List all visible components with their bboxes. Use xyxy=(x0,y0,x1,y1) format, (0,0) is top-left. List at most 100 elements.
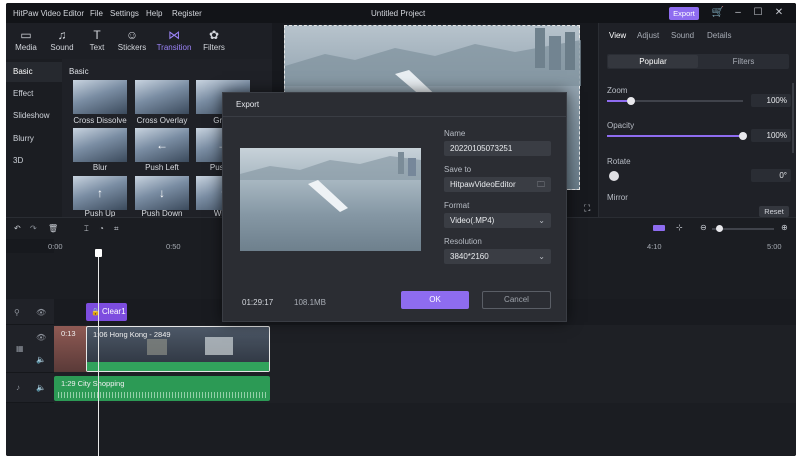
rotate-label: Rotate xyxy=(607,157,631,166)
cart-icon[interactable]: 🛒 xyxy=(711,6,725,20)
speed-icon[interactable]: ◔ xyxy=(99,224,104,233)
tab-details[interactable]: Details xyxy=(707,31,731,40)
transition-thumb-push-down[interactable]: ↓ xyxy=(135,176,189,210)
transition-glyph xyxy=(73,80,127,114)
resolution-select[interactable]: 3840*2160 ⌄ xyxy=(444,249,551,264)
category-basic[interactable]: Basic xyxy=(6,62,62,82)
transition-thumb-push-left[interactable]: ← xyxy=(135,128,189,162)
tick-label: 5:00 xyxy=(767,242,782,251)
transition-thumb-blur[interactable] xyxy=(73,128,127,162)
tab-adjust[interactable]: Adjust xyxy=(637,31,659,40)
tick-label: 0:00 xyxy=(48,242,63,251)
transition-thumb-cross-overlay[interactable] xyxy=(135,80,189,114)
close-icon[interactable]: ✕ xyxy=(772,6,786,20)
tab-sound[interactable]: Sound xyxy=(671,31,694,40)
transition-label: Push Down xyxy=(141,209,183,217)
redo-icon[interactable]: ↷ xyxy=(30,224,37,233)
playhead[interactable] xyxy=(98,249,99,456)
transition-chip[interactable]: 🔒 Clear1 xyxy=(86,303,127,321)
ok-button[interactable]: OK xyxy=(401,291,469,309)
folder-icon[interactable]: 🗀 xyxy=(537,177,545,192)
category-3d[interactable]: 3D xyxy=(6,151,62,171)
split-icon[interactable]: ⌶ xyxy=(84,224,89,234)
tool-transition[interactable]: ⋈ Transition xyxy=(154,27,194,52)
segment-filters[interactable]: Filters xyxy=(699,55,788,68)
chip-label: Clear1 xyxy=(101,307,126,316)
arrow-down-icon: ↓ xyxy=(159,186,165,200)
film-icon: ▦ xyxy=(16,344,24,353)
opacity-label: Opacity xyxy=(607,121,635,130)
fullscreen-icon[interactable]: ⛶ xyxy=(584,203,590,214)
slider-knob[interactable] xyxy=(627,97,636,105)
minimize-icon[interactable]: – xyxy=(731,6,745,20)
tool-stickers[interactable]: ☺ Stickers xyxy=(112,27,152,52)
transition-glyph xyxy=(73,128,127,162)
section-title: Basic xyxy=(69,67,89,76)
speaker-icon[interactable]: 🔈 xyxy=(36,355,46,364)
snap-icon[interactable] xyxy=(653,225,665,231)
menu-help[interactable]: Help xyxy=(146,9,162,18)
resolution-label: Resolution xyxy=(444,237,482,246)
slider-knob[interactable] xyxy=(739,132,747,140)
segment-popular[interactable]: Popular xyxy=(608,55,698,68)
zoom-value[interactable]: 100% xyxy=(751,94,791,107)
crop-icon[interactable]: ⌗ xyxy=(114,224,119,234)
opacity-slider[interactable] xyxy=(607,132,747,140)
transition-glyph xyxy=(135,80,189,114)
tool-sound[interactable]: ♫ Sound xyxy=(42,27,82,52)
tick-label: 0:50 xyxy=(166,242,181,251)
transition-thumb-cross-dissolve[interactable] xyxy=(73,80,127,114)
menu-settings[interactable]: Settings xyxy=(110,9,139,18)
reset-button[interactable]: Reset xyxy=(759,206,789,217)
tool-media[interactable]: ▭ Media xyxy=(6,27,46,52)
tab-view[interactable]: View xyxy=(609,31,626,40)
undo-icon[interactable]: ↶ xyxy=(14,224,21,233)
project-title: Untitled Project xyxy=(371,9,426,18)
video-clip[interactable]: 0:13 xyxy=(54,326,87,372)
transition-label: Push Left xyxy=(145,163,179,172)
chevron-down-icon: ⌄ xyxy=(538,252,545,261)
category-effect[interactable]: Effect xyxy=(6,84,62,104)
slider-knob[interactable] xyxy=(716,225,723,232)
rotate-value[interactable]: 0° xyxy=(751,169,791,182)
transition-thumb-push-up[interactable]: ↑ xyxy=(73,176,127,210)
eye-icon[interactable]: 👁 xyxy=(36,308,46,317)
smiley-icon: ☺ xyxy=(125,28,139,42)
menu-register[interactable]: Register xyxy=(172,9,202,18)
export-button[interactable]: Export xyxy=(669,7,699,20)
playhead-handle[interactable] xyxy=(95,249,102,257)
track-header-effects: ⚲ 👁 xyxy=(6,299,54,325)
format-select[interactable]: Video(.MP4) ⌄ xyxy=(444,213,551,228)
category-slideshow[interactable]: Slideshow xyxy=(6,106,62,126)
delete-icon[interactable]: 🗑 xyxy=(48,224,58,233)
cancel-button[interactable]: Cancel xyxy=(482,291,551,309)
audio-clip[interactable]: 1:29 City Shopping xyxy=(54,376,270,401)
format-value: Video(.MP4) xyxy=(450,216,495,225)
maximize-icon[interactable]: ☐ xyxy=(751,6,765,20)
rotate-dial-icon[interactable] xyxy=(609,171,619,181)
format-label: Format xyxy=(444,201,470,210)
fit-icon[interactable]: ⊹ xyxy=(676,223,683,232)
mirror-label: Mirror xyxy=(607,193,628,202)
transition-label: Push Up xyxy=(84,209,116,217)
speaker-icon[interactable]: 🔈 xyxy=(36,383,46,392)
clip-label: 1:06 Hong Kong - 2849 xyxy=(93,330,171,339)
category-blurry[interactable]: Blurry xyxy=(6,129,62,149)
clip-frame xyxy=(147,339,167,355)
zoom-out-icon[interactable]: ⊖ xyxy=(700,223,707,232)
pin-icon[interactable]: ⚲ xyxy=(14,308,20,317)
music-note-icon: ♫ xyxy=(57,28,67,42)
opacity-value[interactable]: 100% xyxy=(751,129,791,142)
menu-file[interactable]: File xyxy=(90,9,103,18)
eye-icon[interactable]: 👁 xyxy=(36,333,46,342)
zoom-in-icon[interactable]: ⊕ xyxy=(781,223,788,232)
export-duration: 01:29:17 xyxy=(242,298,274,307)
video-clip[interactable]: 1:06 Hong Kong - 2849 xyxy=(86,326,270,372)
tool-filters[interactable]: ✿ Filters xyxy=(194,27,234,52)
panel-scrollbar[interactable] xyxy=(792,83,794,153)
zoom-slider[interactable] xyxy=(607,97,743,105)
save-to-field[interactable]: HitpawVideoEditor 🗀 xyxy=(444,177,551,192)
name-field[interactable]: 20220105073251 xyxy=(444,141,551,156)
tick-label: 4:10 xyxy=(647,242,662,251)
tool-text[interactable]: T Text xyxy=(77,27,117,52)
